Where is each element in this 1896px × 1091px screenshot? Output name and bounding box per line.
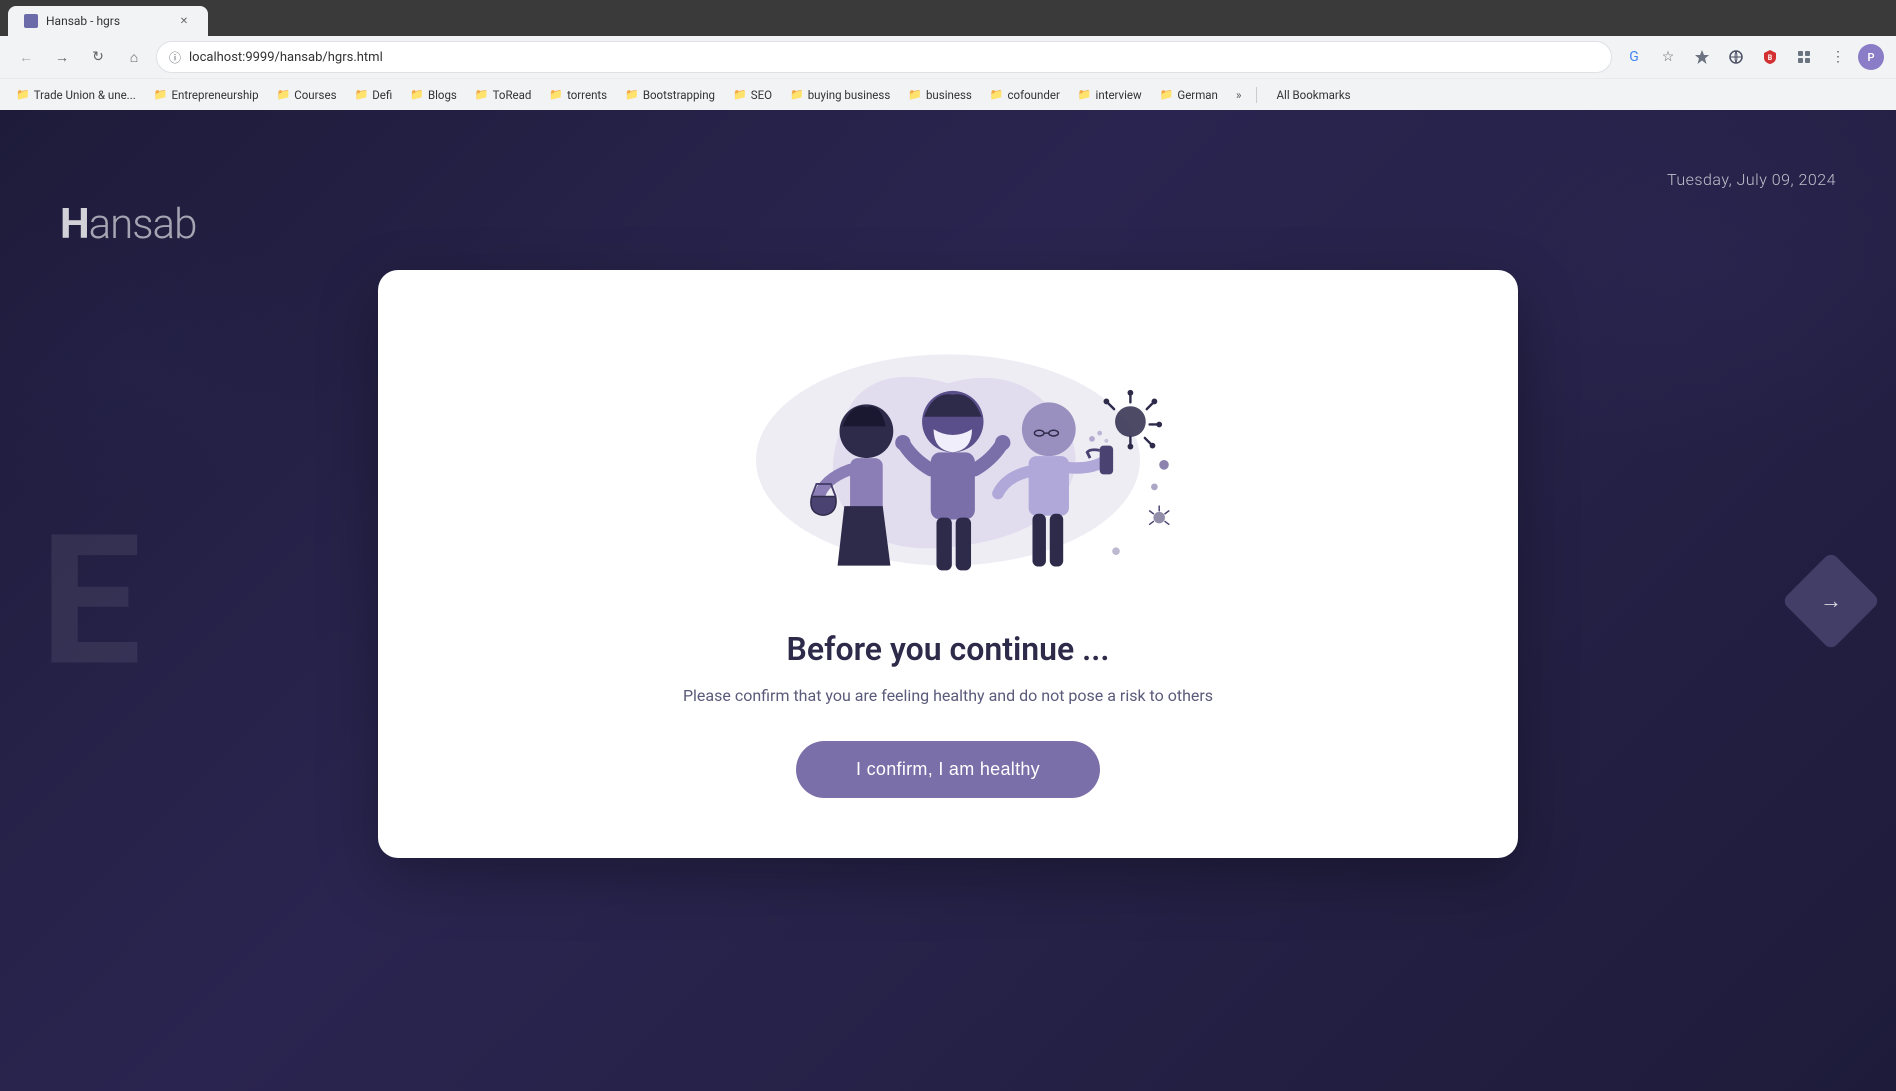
vpn-icon[interactable] bbox=[1722, 43, 1750, 71]
bookmark-label: SEO bbox=[751, 88, 772, 102]
tab-favicon bbox=[24, 14, 38, 28]
date-display: Tuesday, July 09, 2024 bbox=[1667, 170, 1836, 189]
folder-icon: 📁 bbox=[625, 88, 639, 101]
home-button[interactable]: ⌂ bbox=[120, 43, 148, 71]
bookmarks-more-button[interactable]: » bbox=[1230, 84, 1248, 106]
folder-icon: 📁 bbox=[908, 88, 922, 101]
address-bar[interactable]: ⓘ localhost:9999/hansab/hgrs.html bbox=[156, 41, 1612, 73]
card-subtitle: Please confirm that you are feeling heal… bbox=[683, 686, 1213, 705]
folder-icon: 📁 bbox=[16, 88, 30, 101]
bookmark-entrepreneurship[interactable]: 📁 Entrepreneurship bbox=[146, 84, 267, 106]
logo-rest: ansab bbox=[89, 200, 197, 249]
divider bbox=[1256, 87, 1257, 103]
watermark-letter: E bbox=[40, 495, 131, 706]
bookmark-seo[interactable]: 📁 SEO bbox=[725, 84, 780, 106]
page-background: Tuesday, July 09, 2024 Hansab E → bbox=[0, 110, 1896, 1091]
bookmark-trade-union[interactable]: 📁 Trade Union & une... bbox=[8, 84, 144, 106]
bookmark-business[interactable]: 📁 business bbox=[900, 84, 980, 106]
card-title: Before you continue ... bbox=[787, 630, 1110, 668]
browser-toolbar: ← → ↻ ⌂ ⓘ localhost:9999/hansab/hgrs.htm… bbox=[0, 36, 1896, 78]
site-logo: Hansab bbox=[60, 200, 196, 249]
bookmark-label: German bbox=[1177, 88, 1218, 102]
folder-icon: 📁 bbox=[549, 88, 563, 101]
bookmark-label: Bootstrapping bbox=[643, 88, 715, 102]
folder-icon: 📁 bbox=[990, 88, 1004, 101]
all-bookmarks-button[interactable]: All Bookmarks bbox=[1269, 84, 1359, 106]
shield-icon[interactable]: B bbox=[1756, 43, 1784, 71]
folder-icon: 📁 bbox=[154, 88, 168, 101]
extension-icon[interactable] bbox=[1790, 43, 1818, 71]
bookmark-label: Trade Union & une... bbox=[34, 88, 136, 102]
url-display: localhost:9999/hansab/hgrs.html bbox=[189, 50, 383, 65]
confirm-healthy-button[interactable]: I confirm, I am healthy bbox=[796, 741, 1100, 798]
forward-button[interactable]: → bbox=[48, 43, 76, 71]
toolbar-actions: G ☆ B bbox=[1620, 43, 1884, 71]
bookmark-defi[interactable]: 📁 Defi bbox=[347, 84, 401, 106]
tab-title: Hansab - hgrs bbox=[46, 14, 120, 28]
bookmark-star-icon[interactable]: ☆ bbox=[1654, 43, 1682, 71]
bookmark-torrents[interactable]: 📁 torrents bbox=[541, 84, 615, 106]
reload-button[interactable]: ↻ bbox=[84, 43, 112, 71]
folder-icon: 📁 bbox=[277, 88, 291, 101]
bookmark-label: Courses bbox=[294, 88, 336, 102]
bookmark-cofounder[interactable]: 📁 cofounder bbox=[982, 84, 1068, 106]
folder-icon: 📁 bbox=[1160, 88, 1174, 101]
menu-icon[interactable]: ⋮ bbox=[1824, 43, 1852, 71]
bookmark-interview[interactable]: 📁 interview bbox=[1070, 84, 1150, 106]
active-tab[interactable]: Hansab - hgrs ✕ bbox=[8, 6, 208, 36]
security-icon: ⓘ bbox=[169, 49, 181, 66]
main-card: Before you continue ... Please confirm t… bbox=[378, 270, 1518, 858]
bookmark-label: business bbox=[926, 88, 972, 102]
illustration-container bbox=[708, 320, 1188, 600]
bookmark-courses[interactable]: 📁 Courses bbox=[269, 84, 345, 106]
next-nav-button[interactable]: → bbox=[1782, 551, 1881, 650]
browser-chrome: Hansab - hgrs ✕ ← → ↻ ⌂ ⓘ localhost:9999… bbox=[0, 0, 1896, 110]
bookmark-label: Blogs bbox=[428, 88, 457, 102]
translate-icon[interactable]: G bbox=[1620, 43, 1648, 71]
bookmark-label: buying business bbox=[808, 88, 891, 102]
folder-icon: 📁 bbox=[355, 88, 369, 101]
bookmark-blogs[interactable]: 📁 Blogs bbox=[402, 84, 465, 106]
bookmark-toread[interactable]: 📁 ToRead bbox=[467, 84, 540, 106]
bookmark-bootstrapping[interactable]: 📁 Bootstrapping bbox=[617, 84, 723, 106]
logo-bold-h: H bbox=[60, 200, 89, 249]
bookmark-label: Entrepreneurship bbox=[171, 88, 258, 102]
bookmarks-bar: 📁 Trade Union & une... 📁 Entrepreneurshi… bbox=[0, 78, 1896, 110]
brave-rewards-icon[interactable] bbox=[1688, 43, 1716, 71]
bookmark-german[interactable]: 📁 German bbox=[1152, 84, 1226, 106]
bookmark-label: cofounder bbox=[1008, 88, 1060, 102]
bookmark-buying-business[interactable]: 📁 buying business bbox=[782, 84, 898, 106]
health-illustration bbox=[708, 320, 1188, 600]
back-button[interactable]: ← bbox=[12, 43, 40, 71]
arrow-right-icon: → bbox=[1820, 588, 1842, 614]
profile-avatar[interactable]: P bbox=[1858, 44, 1884, 70]
bookmark-label: ToRead bbox=[493, 88, 532, 102]
folder-icon: 📁 bbox=[790, 88, 804, 101]
svg-text:B: B bbox=[1768, 54, 1773, 62]
bookmark-label: Defi bbox=[372, 88, 392, 102]
folder-icon: 📁 bbox=[410, 88, 424, 101]
bg-shape-2 bbox=[0, 210, 320, 510]
bookmark-label: interview bbox=[1096, 88, 1142, 102]
folder-icon: 📁 bbox=[733, 88, 747, 101]
tab-close-button[interactable]: ✕ bbox=[176, 13, 192, 29]
tab-bar: Hansab - hgrs ✕ bbox=[0, 0, 1896, 36]
folder-icon: 📁 bbox=[1078, 88, 1092, 101]
bookmark-label: torrents bbox=[567, 88, 607, 102]
folder-icon: 📁 bbox=[475, 88, 489, 101]
